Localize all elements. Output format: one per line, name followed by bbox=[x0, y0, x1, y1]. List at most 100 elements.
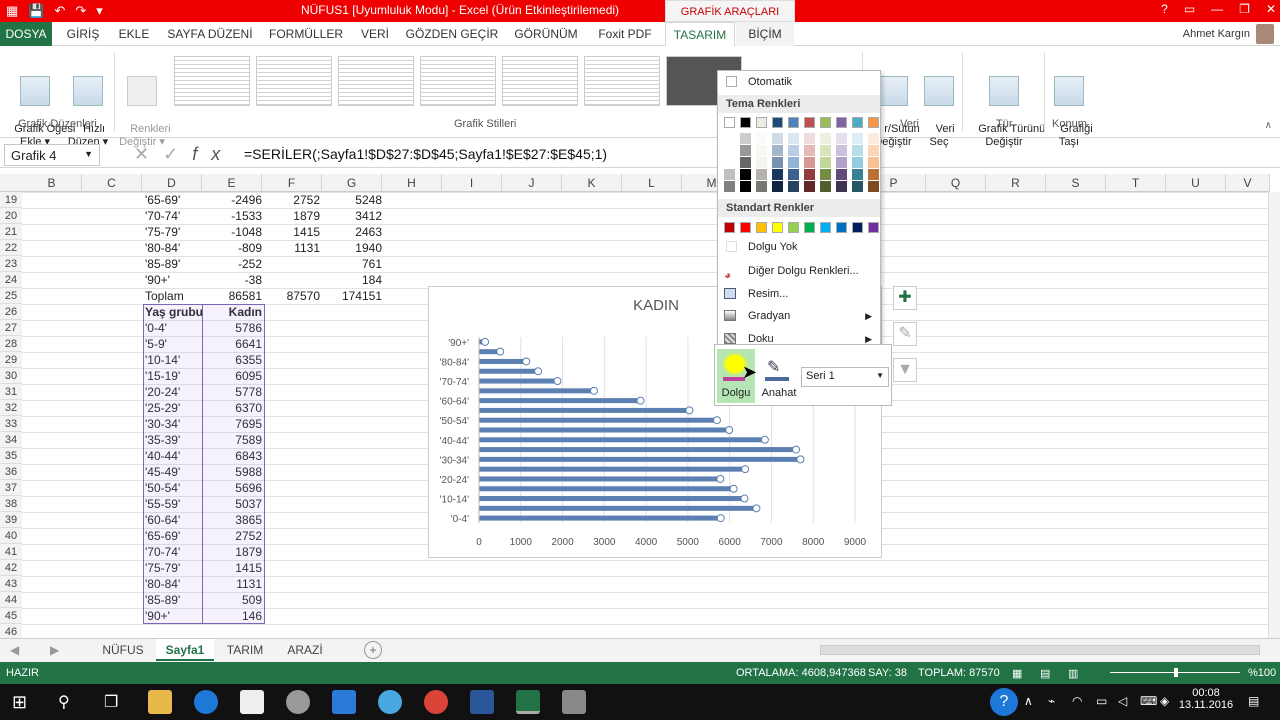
cell-F21[interactable]: 1415 bbox=[264, 224, 320, 240]
normal-view-icon[interactable]: ▦ bbox=[1012, 667, 1022, 680]
theme-color-swatch[interactable] bbox=[852, 145, 863, 156]
col-header[interactable]: J bbox=[502, 174, 562, 192]
row-header[interactable]: 23 bbox=[0, 256, 22, 272]
theme-color-swatch[interactable] bbox=[740, 145, 751, 156]
theme-color-swatch[interactable] bbox=[788, 145, 799, 156]
cell-F41[interactable] bbox=[264, 544, 320, 560]
tab-file[interactable]: DOSYA bbox=[0, 22, 52, 46]
theme-color-swatch[interactable] bbox=[724, 133, 735, 144]
sheet-tab-tarim[interactable]: TARIM bbox=[218, 639, 272, 661]
theme-color-swatch[interactable] bbox=[772, 117, 783, 128]
theme-color-swatch[interactable] bbox=[756, 145, 767, 156]
cell-E24[interactable]: -38 bbox=[204, 272, 262, 288]
row-header[interactable]: 39 bbox=[0, 512, 22, 528]
row-header[interactable]: 44 bbox=[0, 592, 22, 608]
col-header[interactable]: U bbox=[1166, 174, 1226, 192]
scroll-right-icon[interactable]: ▶ bbox=[50, 643, 59, 657]
cell-F40[interactable] bbox=[264, 528, 320, 544]
word-icon[interactable] bbox=[470, 690, 494, 714]
series-select[interactable]: Seri 1 ▼ bbox=[801, 367, 889, 387]
bar-60-64[interactable] bbox=[479, 398, 641, 404]
cell-G34[interactable] bbox=[324, 432, 382, 448]
theme-color-swatch[interactable] bbox=[724, 145, 735, 156]
bar-selection-handle[interactable] bbox=[685, 406, 694, 415]
cell-F23[interactable] bbox=[264, 256, 320, 272]
bar-25-29[interactable] bbox=[479, 466, 746, 472]
add-sheet-icon[interactable]: + bbox=[364, 641, 382, 659]
chart-styles-brush-icon[interactable]: ✎ bbox=[893, 322, 917, 346]
standard-color-swatch[interactable] bbox=[868, 222, 879, 233]
row-header[interactable]: 28 bbox=[0, 336, 22, 352]
zoom-slider-thumb[interactable] bbox=[1174, 668, 1178, 677]
cell-D24[interactable]: '90+' bbox=[145, 272, 201, 288]
ribbon-display-icon[interactable]: ▭ bbox=[1184, 2, 1195, 16]
chevron-down-icon[interactable]: ▼ bbox=[84, 149, 93, 159]
cell-G45[interactable] bbox=[324, 608, 382, 624]
theme-color-swatch[interactable] bbox=[724, 157, 735, 168]
cell-G43[interactable] bbox=[324, 576, 382, 592]
theme-color-swatch[interactable] bbox=[756, 133, 767, 144]
cell-G42[interactable] bbox=[324, 560, 382, 576]
tab-foxit[interactable]: Foxit PDF bbox=[592, 22, 658, 46]
cell-G20[interactable]: 3412 bbox=[324, 208, 382, 224]
col-header[interactable]: B bbox=[22, 174, 82, 192]
bar-50-54[interactable] bbox=[479, 417, 717, 423]
cell-E19[interactable]: -2496 bbox=[204, 192, 262, 208]
formula-input[interactable]: =SERİLER(;Sayfa1!$D$27:$D$45;Sayfa1!$E$2… bbox=[244, 146, 607, 162]
bar-selection-handle[interactable] bbox=[752, 504, 761, 513]
sync-icon[interactable] bbox=[378, 690, 402, 714]
row-header[interactable]: 34 bbox=[0, 432, 22, 448]
cell-F43[interactable] bbox=[264, 576, 320, 592]
magnifier-icon[interactable] bbox=[332, 690, 356, 714]
row-header[interactable]: 31 bbox=[0, 384, 22, 400]
cell-F29[interactable] bbox=[264, 352, 320, 368]
sheet-tab-arazi[interactable]: ARAZİ bbox=[276, 639, 334, 661]
col-header[interactable]: Q bbox=[926, 174, 986, 192]
undo-icon[interactable]: ↶ bbox=[54, 3, 65, 19]
cell-F19[interactable]: 2752 bbox=[264, 192, 320, 208]
save-icon[interactable]: 💾 bbox=[28, 3, 44, 19]
row-header[interactable]: 37 bbox=[0, 480, 22, 496]
theme-color-swatch[interactable] bbox=[836, 181, 847, 192]
theme-color-swatch[interactable] bbox=[772, 169, 783, 180]
bar-selection-handle[interactable] bbox=[712, 416, 721, 425]
theme-color-swatch[interactable] bbox=[724, 181, 735, 192]
cell-F25[interactable]: 87570 bbox=[264, 288, 320, 304]
cell-E21[interactable]: -1048 bbox=[204, 224, 262, 240]
page-layout-icon[interactable]: ▤ bbox=[1040, 667, 1050, 680]
bar-80-84[interactable] bbox=[479, 358, 527, 364]
theme-color-swatch[interactable] bbox=[804, 133, 815, 144]
cell-F28[interactable] bbox=[264, 336, 320, 352]
tab-review[interactable]: GÖZDEN GEÇİR bbox=[404, 22, 500, 46]
theme-color-swatch[interactable] bbox=[740, 181, 751, 192]
scroll-left-icon[interactable]: ◀ bbox=[10, 643, 19, 657]
theme-color-swatch[interactable] bbox=[740, 117, 751, 128]
chart-style-6[interactable] bbox=[584, 56, 660, 106]
theme-color-swatch[interactable] bbox=[868, 145, 879, 156]
theme-color-swatch[interactable] bbox=[756, 117, 767, 128]
theme-color-swatch[interactable] bbox=[772, 133, 783, 144]
user-name[interactable]: Ahmet Kargın bbox=[1183, 28, 1250, 40]
cell-D25[interactable]: Toplam bbox=[145, 288, 201, 304]
bar-70-74[interactable] bbox=[479, 378, 558, 384]
theme-color-swatch[interactable] bbox=[724, 117, 735, 128]
cell-G38[interactable] bbox=[324, 496, 382, 512]
store-icon[interactable] bbox=[240, 690, 264, 714]
standard-color-swatch[interactable] bbox=[820, 222, 831, 233]
col-header[interactable]: H bbox=[382, 174, 442, 192]
theme-color-swatch[interactable] bbox=[788, 181, 799, 192]
cell-G37[interactable] bbox=[324, 480, 382, 496]
help-icon[interactable]: ? bbox=[990, 688, 1018, 716]
theme-color-swatch[interactable] bbox=[852, 169, 863, 180]
search-icon[interactable]: ⚲ bbox=[58, 692, 70, 712]
sheet-tab-nufus[interactable]: NÜFUS bbox=[94, 639, 152, 661]
page-break-icon[interactable]: ▥ bbox=[1068, 667, 1078, 680]
row-header[interactable]: 19 bbox=[0, 192, 22, 208]
bar-selection-handle[interactable] bbox=[553, 377, 562, 386]
cell-F22[interactable]: 1131 bbox=[264, 240, 320, 256]
col-header[interactable]: S bbox=[1046, 174, 1106, 192]
theme-color-swatch[interactable] bbox=[820, 181, 831, 192]
help-icon[interactable]: ? bbox=[1161, 2, 1168, 16]
theme-color-swatch[interactable] bbox=[772, 181, 783, 192]
col-header[interactable]: C bbox=[82, 174, 142, 192]
